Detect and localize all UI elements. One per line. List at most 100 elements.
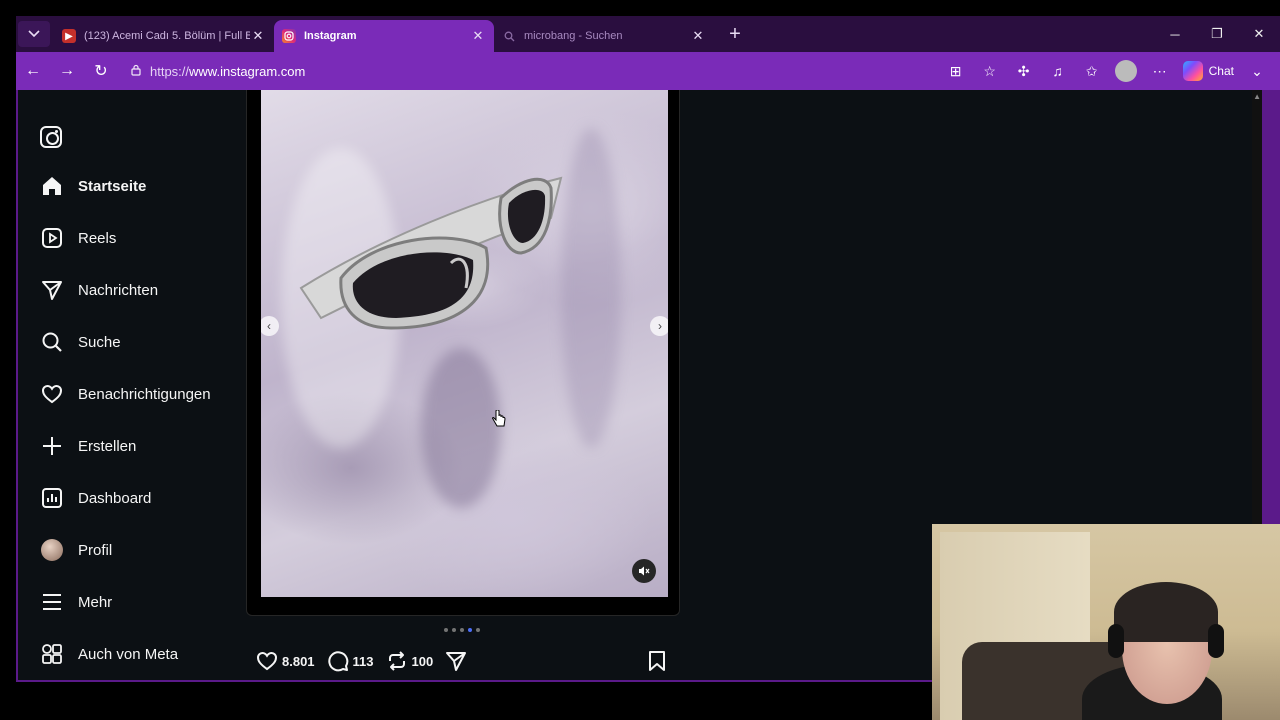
carousel-dot [476,628,480,632]
repost-count: 100 [411,653,434,669]
hand-cursor-icon [492,409,506,428]
headset-icon [1208,624,1224,658]
chat-label: Chat [1208,64,1234,78]
meta-apps-icon [40,642,64,666]
carousel-dot-active [468,628,472,632]
plus-icon [40,434,64,458]
favorites-icon[interactable]: ✩ [1077,56,1107,86]
tab-youtube[interactable]: ▶ (123) Acemi Cadı 5. Bölüm | Full Bö ✕ [54,20,274,52]
restore-button[interactable]: ❐ [1196,16,1238,52]
sidebar-item-label: Benachrichtigungen [78,385,211,403]
reels-icon [40,226,64,250]
lock-icon[interactable] [130,64,142,79]
sidebar-item-mehr[interactable]: Mehr [18,576,246,628]
mute-icon[interactable] [632,559,656,583]
window-controls: ─ ❐ ✕ [1154,16,1280,52]
close-tab-icon[interactable]: ✕ [690,28,706,44]
close-tab-icon[interactable]: ✕ [470,28,486,44]
sidebar-item-erstellen[interactable]: Erstellen [18,420,246,472]
scroll-up-icon[interactable]: ▲ [1253,92,1261,101]
close-tab-icon[interactable]: ✕ [250,28,266,44]
sunglasses-image [299,176,563,330]
copilot-chat-button[interactable]: Chat [1179,61,1238,81]
comment-count: 113 [352,653,374,669]
sidebar-item-benachrichtigungen[interactable]: Benachrichtigungen [18,368,246,420]
carousel-dot [460,628,464,632]
heart-icon [256,650,278,672]
app-available-icon[interactable]: ⊞ [941,56,971,86]
sidebar-item-reels[interactable]: Reels [18,212,246,264]
profile-button[interactable] [1111,56,1141,86]
sidebar-item-label: Erstellen [78,437,137,455]
sidebar: Startseite Reels Nachrichten Suche Benac… [18,90,246,680]
next-slide-button[interactable]: › [650,316,668,336]
sidebar-item-nachrichten[interactable]: Nachrichten [18,264,246,316]
repost-button[interactable]: 100 [386,650,434,672]
headset-icon [1108,624,1124,658]
chevron-down-icon[interactable]: ⌄ [1242,56,1272,86]
more-options-icon[interactable]: ⋯ [1145,56,1175,86]
tab-label: microbang - Suchen [524,30,623,42]
favorite-star-icon[interactable]: ☆ [975,56,1005,86]
share-button[interactable] [445,650,471,672]
bookmark-icon [646,651,668,675]
sidebar-item-label: Nachrichten [78,281,159,299]
sidebar-item-label: Auch von Meta [78,645,179,663]
dashboard-icon [40,486,64,510]
tab-list-button[interactable] [18,21,50,47]
address-bar-row: ← → ↻ https://www.instagram.com ⊞ ☆ ✣ ♫ … [16,52,1280,90]
home-icon [40,174,64,198]
webcam-overlay [932,524,1280,720]
reload-button[interactable]: ↻ [84,56,118,86]
instagram-logo-icon[interactable] [40,126,62,148]
search-icon [502,29,516,43]
search-icon [40,330,64,354]
save-button[interactable] [646,650,668,675]
tab-instagram[interactable]: Instagram ✕ [274,20,494,52]
messages-icon [40,278,64,302]
comment-button[interactable]: 113 [327,650,374,672]
sidebar-item-label: Suche [78,333,121,351]
sidebar-item-profil[interactable]: Profil [18,524,246,576]
sidebar-item-label: Profil [78,541,113,559]
carousel-indicator [444,628,480,632]
media-control-icon[interactable]: ♫ [1043,56,1073,86]
toolbar-right: ⊞ ☆ ✣ ♫ ✩ ⋯ Chat ⌄ [941,52,1272,90]
url-field[interactable]: https://www.instagram.com [122,57,982,85]
sidebar-item-label: Startseite [78,177,147,195]
sidebar-item-label: Mehr [78,593,113,611]
screen: ▶ (123) Acemi Cadı 5. Bölüm | Full Bö ✕ … [0,0,1280,720]
repost-icon [386,650,408,672]
sidebar-item-label: Dashboard [78,489,152,507]
like-button[interactable]: 8.801 [256,650,315,672]
sidebar-item-startseite[interactable]: Startseite [18,160,246,212]
like-count: 8.801 [282,653,315,669]
close-window-button[interactable]: ✕ [1238,16,1280,52]
tab-label: (123) Acemi Cadı 5. Bölüm | Full Bö [84,30,250,42]
sidebar-item-auch-von-meta[interactable]: Auch von Meta [18,628,246,680]
extensions-icon[interactable]: ✣ [1009,56,1039,86]
post-media[interactable]: ‹ › [261,90,668,597]
share-icon [445,650,467,672]
tab-label: Instagram [304,30,357,42]
menu-icon [40,590,64,614]
copilot-icon [1182,61,1203,81]
sidebar-item-suche[interactable]: Suche [18,316,246,368]
comment-icon [327,650,349,672]
carousel-dot [444,628,448,632]
new-tab-button[interactable]: + [720,21,750,47]
sidebar-nav: Startseite Reels Nachrichten Suche Benac… [18,160,246,680]
carousel-dot [452,628,456,632]
back-button[interactable]: ← [16,56,50,86]
profile-avatar [40,538,64,562]
sidebar-item-dashboard[interactable]: Dashboard [18,472,246,524]
youtube-icon: ▶ [62,29,76,43]
forward-button[interactable]: → [50,56,84,86]
minimize-button[interactable]: ─ [1154,16,1196,52]
post-actions: 8.801 113 100 [256,648,668,674]
tab-search[interactable]: microbang - Suchen ✕ [494,20,714,52]
heart-icon [40,382,64,406]
url-host: www.instagram.com [189,63,306,79]
instagram-icon [282,29,296,43]
tab-bar: ▶ (123) Acemi Cadı 5. Bölüm | Full Bö ✕ … [16,16,1280,52]
